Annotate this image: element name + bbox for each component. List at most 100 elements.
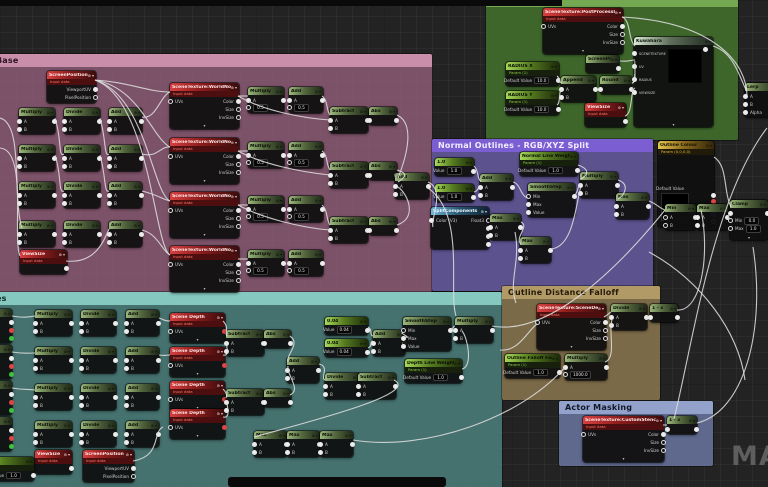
pin-B[interactable]: [79, 439, 84, 445]
pin-out[interactable]: [97, 192, 102, 198]
chevron-down-icon[interactable]: ▾: [574, 154, 576, 159]
pin-value-in[interactable]: [246, 105, 251, 111]
chevron-down-icon[interactable]: ▾: [364, 109, 366, 114]
node-options-icon[interactable]: ⊙: [26, 459, 29, 464]
chevron-down-icon[interactable]: ▾: [319, 89, 321, 94]
chevron-down-icon[interactable]: ▾: [364, 219, 366, 224]
region-header-outline-distance-falloff[interactable]: Outline Distance Falloff: [502, 286, 660, 299]
node-options-icon[interactable]: ⊙: [567, 185, 570, 190]
node-title-divide-b3[interactable]: Divide ⊙ ▾: [64, 182, 100, 190]
node-param-normal-line-weight[interactable]: Normal Line Weight ⊙ ▾ Param (1) Default Val…: [518, 152, 580, 176]
node-options-icon[interactable]: ⊙: [598, 306, 601, 311]
node-multiply-05-3[interactable]: Multiply ⊙ ▾ A 0.5: [246, 196, 286, 222]
value-box[interactable]: 10.0: [534, 105, 550, 114]
pin-A[interactable]: [287, 206, 292, 212]
pin-B[interactable]: [609, 322, 614, 328]
node-add-d3[interactable]: Add ⊙ ▾ A B: [124, 384, 161, 410]
pin-out[interactable]: [557, 370, 562, 375]
chevron-down-icon[interactable]: ▾: [364, 319, 366, 324]
pin-B[interactable]: [79, 365, 84, 371]
chevron-down-icon[interactable]: ▾: [764, 202, 766, 207]
pin-UVs[interactable]: [535, 320, 540, 325]
pin-in[interactable]: [648, 314, 653, 320]
node-abs-n2[interactable]: Abs ⊙ ▾: [367, 162, 399, 180]
node-multiply-d2[interactable]: Multiply ⊙ ▾ A B: [33, 347, 74, 373]
pin-B[interactable]: [478, 192, 483, 198]
chevron-down-icon[interactable]: ▾: [392, 375, 394, 380]
node-title-viewsize-paint[interactable]: ViewSize ⊙ ▾: [585, 103, 626, 111]
node-title-add-05-1[interactable]: Add ⊙ ▾: [289, 87, 323, 95]
pin-out[interactable]: [9, 335, 14, 341]
node-options-icon[interactable]: ⊙: [108, 423, 111, 428]
pin-out[interactable]: [510, 184, 515, 190]
chevron-down-icon[interactable]: ▾: [260, 332, 262, 337]
chevron-down-icon[interactable]: ▾: [614, 174, 616, 179]
node-options-icon[interactable]: ⊙: [570, 154, 573, 159]
node-options-icon[interactable]: ⊙: [705, 39, 708, 44]
chevron-down-icon[interactable]: ▾: [63, 252, 65, 257]
node-options-icon[interactable]: ⊙: [256, 332, 259, 337]
node-options-icon[interactable]: ⊙: [360, 164, 363, 169]
node-options-icon[interactable]: ⊙: [92, 223, 95, 228]
pin-A[interactable]: [62, 118, 67, 124]
pin-out[interactable]: [52, 118, 57, 124]
pin-A[interactable]: [33, 357, 38, 363]
pin-A[interactable]: [62, 192, 67, 198]
value-box[interactable]: 0.5: [294, 159, 309, 167]
chevron-down-icon[interactable]: ▾: [693, 418, 695, 423]
node-param-radius-x[interactable]: RADIUS X ⊙ ▾ Param (1) Default Value 10.0: [504, 62, 561, 86]
pin-value-in[interactable]: [563, 372, 568, 378]
chevron-down-icon[interactable]: ▾: [470, 160, 472, 165]
node-options-icon[interactable]: ⊙: [389, 109, 392, 114]
pin-B[interactable]: [33, 439, 38, 445]
node-divide-falloff[interactable]: Divide ⊙ ▾ A B: [609, 304, 649, 330]
node-multiply-d4[interactable]: Multiply ⊙ ▾ A B: [33, 421, 74, 447]
pin-B[interactable]: [17, 200, 22, 206]
pin-A[interactable]: [614, 203, 619, 209]
chevron-down-icon[interactable]: ▾: [547, 239, 549, 244]
pin-out[interactable]: [490, 327, 495, 333]
pin-A[interactable]: [287, 260, 292, 266]
node-options-icon[interactable]: ⊙: [47, 184, 50, 189]
chevron-down-icon[interactable]: ▾: [458, 361, 460, 366]
pin-A[interactable]: [107, 231, 112, 237]
pin-A[interactable]: [17, 231, 22, 237]
node-multiply-b1[interactable]: Multiply ⊙ ▾ A B: [17, 108, 57, 134]
pin-InvSize[interactable]: [236, 278, 241, 283]
chevron-down-icon[interactable]: ▾: [112, 423, 114, 428]
node-options-icon[interactable]: ⊙: [217, 411, 220, 416]
pin-A[interactable]: [246, 97, 251, 103]
node-add-depth-1[interactable]: Add ⊙ ▾ A B: [285, 357, 321, 383]
node-options-icon[interactable]: ⊙: [64, 423, 67, 428]
pin-value-in[interactable]: [728, 226, 733, 232]
pin-B[interactable]: [453, 335, 458, 341]
pin-out[interactable]: [320, 152, 325, 158]
pin-A[interactable]: [62, 231, 67, 237]
pin-UVs[interactable]: [168, 363, 173, 368]
chevron-down-icon[interactable]: ▾: [710, 143, 712, 148]
pin-A[interactable]: [285, 441, 290, 447]
pin-in[interactable]: [728, 210, 733, 216]
pin-A[interactable]: [79, 394, 84, 400]
node-divide-b4[interactable]: Divide ⊙ ▾ A B: [62, 221, 102, 247]
node-options-icon[interactable]: ⊙: [360, 109, 363, 114]
chevron-down-icon[interactable]: ▾: [96, 110, 98, 115]
node-title-scenetexture-worldnormal-1[interactable]: SceneTexture:WorldNormal⊙▾: [170, 83, 239, 91]
pin-out[interactable]: [393, 383, 398, 389]
node-options-icon[interactable]: ⊙: [353, 375, 356, 380]
node-options-icon[interactable]: ⊙: [276, 252, 279, 257]
pin-B[interactable]: [578, 190, 583, 196]
node-max[interactable]: Max ⊙ ▾ A B: [695, 204, 730, 230]
pin-B[interactable]: [107, 200, 112, 206]
chevron-down-icon[interactable]: ▾: [316, 433, 318, 438]
pin-A[interactable]: [224, 399, 229, 405]
pin-out[interactable]: [139, 192, 144, 198]
chevron-down-icon[interactable]: ▾: [68, 349, 70, 354]
chevron-down-icon[interactable]: ▾: [283, 433, 285, 438]
value-box[interactable]: 0.5: [294, 267, 309, 275]
pin-InvSize[interactable]: [603, 336, 608, 341]
pin-B[interactable]: [356, 391, 361, 397]
chevron-down-icon[interactable]: ▾: [51, 223, 53, 228]
pin-B[interactable]: [62, 200, 67, 206]
node-options-icon[interactable]: ⊙: [588, 78, 591, 83]
